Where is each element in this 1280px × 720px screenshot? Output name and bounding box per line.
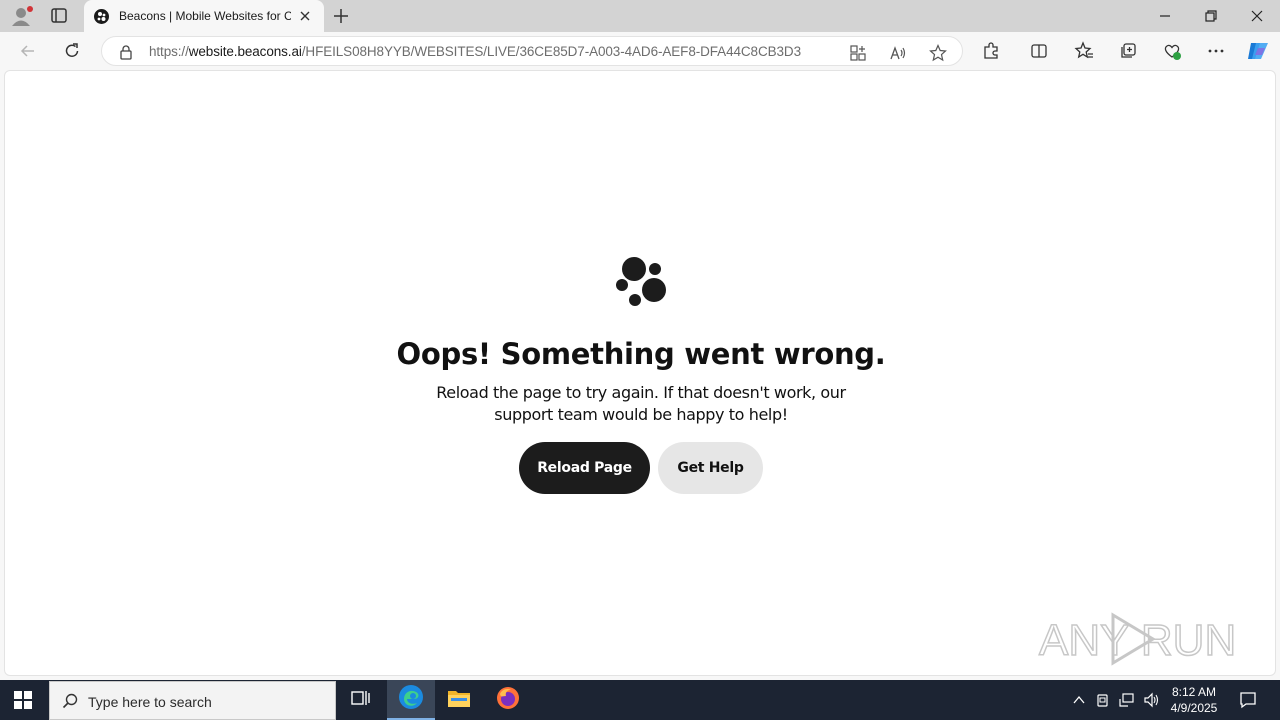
- split-screen-icon[interactable]: [1029, 41, 1049, 61]
- anyrun-watermark: ANY RUN: [1035, 607, 1237, 671]
- taskbar-edge-app[interactable]: [387, 680, 435, 720]
- windows-start-icon[interactable]: [14, 691, 32, 709]
- page-viewport: Oops! Something went wrong. Reload the p…: [4, 70, 1276, 676]
- search-placeholder: Type here to search: [88, 694, 212, 710]
- app-available-icon[interactable]: [849, 44, 867, 62]
- url-text[interactable]: https://website.beacons.ai/HFEILS08H8YYB…: [149, 44, 829, 60]
- address-bar[interactable]: https://website.beacons.ai/HFEILS08H8YYB…: [101, 36, 963, 66]
- more-icon[interactable]: [1206, 41, 1226, 61]
- browser-essentials-icon[interactable]: [1162, 41, 1182, 61]
- beacons-logo: [615, 257, 669, 309]
- taskbar-firefox-app[interactable]: [484, 680, 532, 720]
- tab-bar: Beacons | Mobile Websites for Cr: [0, 0, 1280, 32]
- extensions-icon[interactable]: [981, 41, 1001, 61]
- copilot-icon[interactable]: [1246, 39, 1270, 63]
- read-aloud-icon[interactable]: [889, 44, 907, 62]
- screen: Beacons | Mobile Websites for Cr https:/…: [0, 0, 1280, 720]
- taskbar-search-box[interactable]: Type here to search: [49, 681, 336, 720]
- back-icon[interactable]: [18, 41, 38, 61]
- restore-icon[interactable]: [1203, 8, 1219, 24]
- url-scheme: https://: [149, 44, 189, 59]
- meet-now-icon[interactable]: [1095, 692, 1111, 708]
- file-explorer-icon: [447, 688, 471, 713]
- favorite-star-icon[interactable]: [929, 44, 947, 62]
- task-view-icon: [350, 688, 370, 713]
- clock-time: 8:12 AM: [1171, 685, 1217, 699]
- get-help-button[interactable]: Get Help: [658, 442, 763, 494]
- tab-title: Beacons | Mobile Websites for Cr: [119, 9, 291, 23]
- taskbar-clock[interactable]: 8:12 AM 4/9/2025: [1160, 684, 1228, 716]
- network-icon[interactable]: [1119, 692, 1135, 708]
- reload-page-button[interactable]: Reload Page: [519, 442, 650, 494]
- search-icon: [62, 693, 78, 709]
- new-tab-icon[interactable]: [332, 7, 350, 25]
- minimize-icon[interactable]: [1157, 8, 1173, 24]
- taskbar: Type here to search 8:12 AM 4/9/2025: [0, 680, 1280, 720]
- url-path: /HFEILS08H8YYB/WEBSITES/LIVE/36CE85D7-A0…: [301, 44, 801, 59]
- refresh-icon[interactable]: [62, 41, 82, 61]
- error-description: Reload the page to try again. If that do…: [436, 383, 846, 424]
- edge-icon: [398, 684, 424, 715]
- error-headline: Oops! Something went wrong.: [396, 337, 886, 371]
- favorites-icon[interactable]: [1074, 41, 1094, 61]
- clock-date: 4/9/2025: [1170, 701, 1218, 715]
- lock-icon[interactable]: [119, 44, 133, 60]
- beacons-favicon: [94, 9, 109, 24]
- watermark-text: ANY RUN: [1039, 616, 1235, 665]
- profile-icon[interactable]: [10, 5, 34, 27]
- tab-active[interactable]: Beacons | Mobile Websites for Cr: [84, 0, 324, 32]
- window-close-icon[interactable]: [1249, 8, 1265, 24]
- close-icon[interactable]: [298, 9, 312, 23]
- task-view-button[interactable]: [336, 680, 384, 720]
- browser-toolbar: https://website.beacons.ai/HFEILS08H8YYB…: [0, 32, 1280, 70]
- taskbar-file-explorer-app[interactable]: [435, 680, 483, 720]
- chevron-up-icon[interactable]: [1071, 692, 1087, 708]
- tab-actions-icon[interactable]: [50, 7, 70, 25]
- firefox-icon: [496, 686, 520, 715]
- url-host: website.beacons.ai: [188, 44, 302, 59]
- volume-icon[interactable]: [1143, 692, 1159, 708]
- notification-icon[interactable]: [1238, 690, 1258, 710]
- collections-icon[interactable]: [1118, 41, 1138, 61]
